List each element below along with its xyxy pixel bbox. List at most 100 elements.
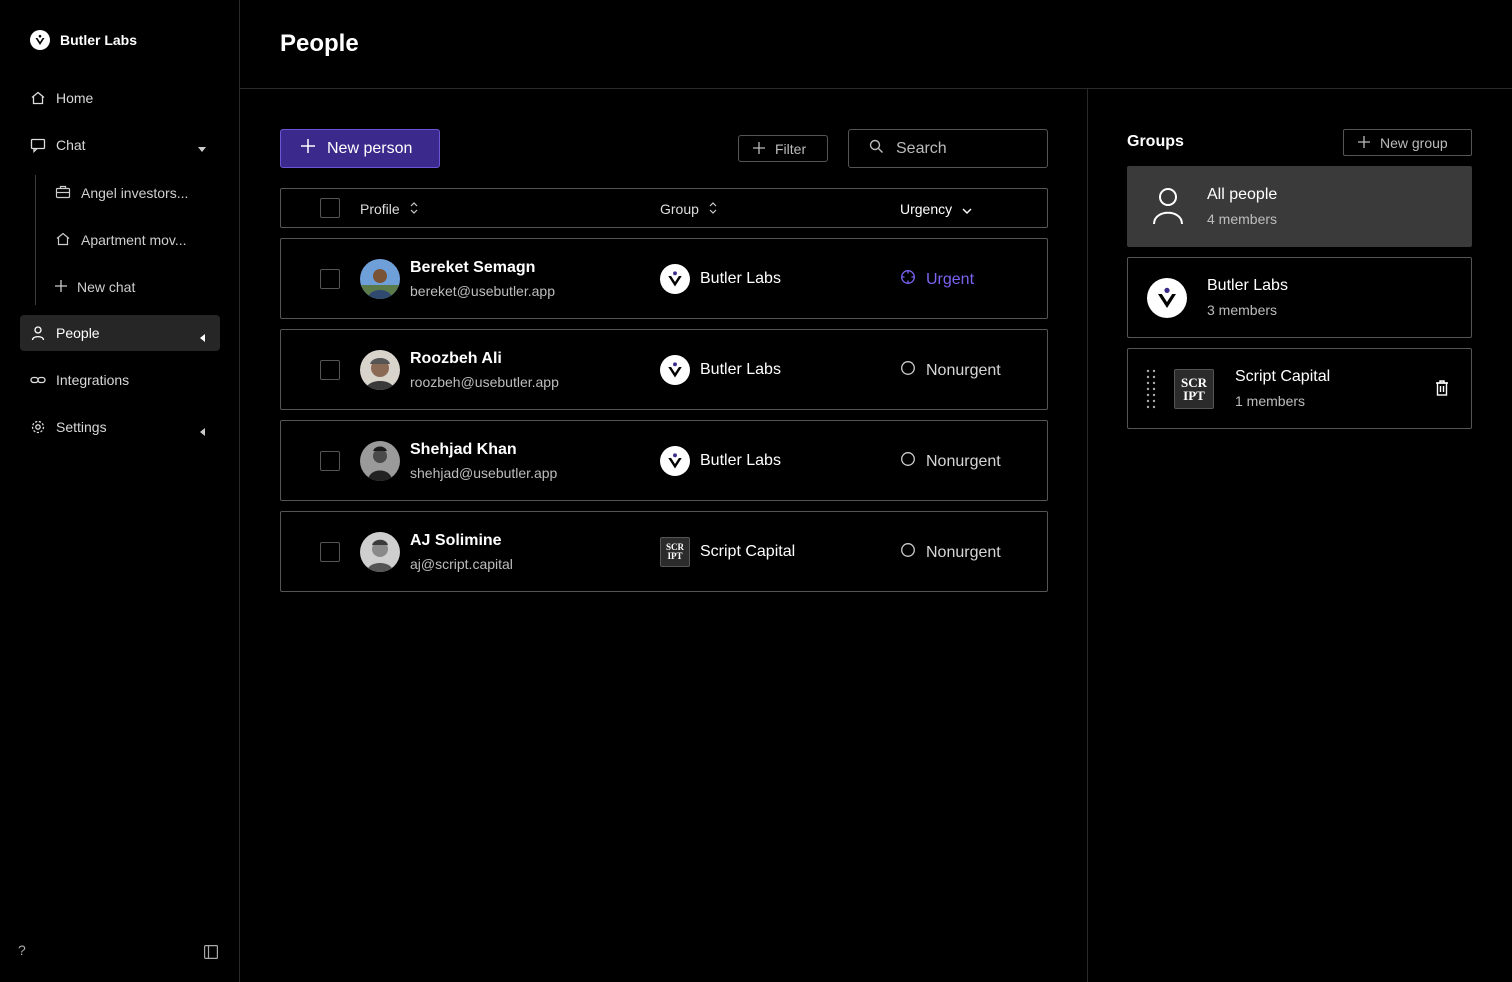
butler-logo-icon [30, 30, 50, 50]
collapse-sidebar-icon[interactable] [204, 945, 219, 964]
urgent-icon [900, 269, 916, 290]
new-person-label: New person [327, 139, 413, 157]
group-name: Butler Labs [700, 270, 781, 287]
chat-icon [30, 137, 46, 153]
urgency-status[interactable]: Nonurgent [900, 360, 1001, 381]
row-checkbox[interactable] [320, 269, 340, 289]
person-name: Shehjad Khan [410, 441, 517, 458]
caret-down-icon [198, 140, 206, 156]
sort-icon [709, 201, 717, 217]
caret-left-icon [200, 329, 206, 345]
group-card-all-people[interactable]: All people 4 members [1127, 166, 1472, 247]
chevron-down-icon [962, 201, 972, 217]
filter-button[interactable]: Filter [738, 135, 828, 162]
group-card-name: All people [1207, 186, 1278, 203]
group-card-name: Script Capital [1235, 368, 1331, 385]
new-chat-button[interactable]: New chat [45, 270, 215, 304]
urgency-label: Nonurgent [926, 452, 1001, 470]
group-card-script-capital[interactable]: SCR IPT Script Capital 1 members [1127, 348, 1472, 429]
butler-logo-icon [1147, 278, 1187, 318]
person-name: AJ Solimine [410, 532, 502, 549]
group-name: Butler Labs [700, 452, 781, 469]
filter-label: Filter [775, 140, 807, 157]
sort-icon [410, 201, 418, 217]
row-checkbox[interactable] [320, 451, 340, 471]
table-row[interactable]: Roozbeh Ali roozbeh@usebutler.app Butler… [280, 329, 1048, 410]
person-email: aj@script.capital [410, 556, 513, 572]
urgency-label: Nonurgent [926, 543, 1001, 561]
sidebar-item-label: Home [56, 90, 94, 106]
brand[interactable]: Butler Labs [30, 30, 137, 50]
sidebar-item-people[interactable]: People [20, 315, 220, 351]
urgency-label: Urgent [926, 270, 975, 288]
urgency-status[interactable]: Nonurgent [900, 542, 1001, 563]
sort-profile[interactable]: Profile [360, 201, 418, 217]
chat-item-apartment[interactable]: Apartment mov... [45, 223, 215, 257]
plus-icon [753, 141, 765, 157]
home-icon [55, 231, 71, 250]
circle-icon [900, 360, 916, 381]
group-card-count: 1 members [1235, 393, 1306, 409]
sidebar-item-label: Settings [56, 419, 107, 435]
group-card-count: 4 members [1207, 211, 1278, 227]
circle-icon [900, 451, 916, 472]
avatar [360, 350, 400, 390]
person-name: Roozbeh Ali [410, 350, 502, 367]
person-email: bereket@usebutler.app [410, 283, 555, 299]
circle-icon [900, 542, 916, 563]
trash-icon[interactable] [1436, 380, 1448, 401]
briefcase-icon [55, 184, 71, 203]
avatar [360, 441, 400, 481]
chat-item-label: Angel investors... [81, 185, 189, 201]
table-row[interactable]: Shehjad Khan shehjad@usebutler.app Butle… [280, 420, 1048, 501]
sidebar: Butler Labs Home Chat Angel investors...… [0, 0, 240, 982]
search-box[interactable] [848, 129, 1048, 168]
urgency-label: Nonurgent [926, 361, 1001, 379]
butler-logo-icon [660, 355, 690, 385]
search-input[interactable] [896, 139, 1036, 158]
sort-group[interactable]: Group [660, 201, 717, 217]
help-button[interactable]: ? [18, 942, 26, 958]
sidebar-item-label: Integrations [56, 372, 130, 388]
header-urgency: Urgency [900, 201, 953, 217]
urgency-status[interactable]: Urgent [900, 269, 974, 290]
person-name: Bereket Semagn [410, 259, 536, 276]
groups-title: Groups [1127, 133, 1184, 150]
group-name: Butler Labs [700, 361, 781, 378]
select-all-checkbox[interactable] [320, 198, 340, 218]
group-name: Script Capital [700, 543, 796, 560]
home-icon [30, 90, 46, 106]
chat-tree-line [35, 175, 36, 305]
urgency-status[interactable]: Nonurgent [900, 451, 1001, 472]
plus-icon [55, 279, 67, 295]
table-row[interactable]: Bereket Semagn bereket@usebutler.app But… [280, 238, 1048, 319]
sidebar-item-integrations[interactable]: Integrations [20, 362, 220, 398]
sidebar-item-chat[interactable]: Chat [20, 127, 220, 163]
chat-item-angel-investors[interactable]: Angel investors... [45, 176, 215, 210]
link-icon [30, 372, 46, 388]
row-checkbox[interactable] [320, 542, 340, 562]
logo-text: IPT [1183, 388, 1205, 403]
new-person-button[interactable]: New person [280, 129, 440, 168]
sidebar-item-label: Chat [56, 137, 86, 153]
group-card-butler-labs[interactable]: Butler Labs 3 members [1127, 257, 1472, 338]
sort-urgency[interactable]: Urgency [900, 201, 972, 217]
avatar [360, 259, 400, 299]
header-group: Group [660, 201, 699, 217]
person-email: roozbeh@usebutler.app [410, 374, 559, 390]
table-row[interactable]: AJ Solimine aj@script.capital SCR IPT Sc… [280, 511, 1048, 592]
sidebar-item-label: People [56, 325, 100, 341]
sidebar-item-home[interactable]: Home [20, 80, 220, 116]
row-checkbox[interactable] [320, 360, 340, 380]
plus-icon [1358, 135, 1370, 151]
groups-panel: Groups New group All people 4 members Bu… [1088, 89, 1512, 982]
new-group-button[interactable]: New group [1343, 129, 1472, 156]
person-icon [1152, 187, 1184, 230]
drag-handle-icon[interactable] [1146, 369, 1156, 414]
caret-left-icon [200, 423, 206, 439]
person-email: shehjad@usebutler.app [410, 465, 558, 481]
person-icon [30, 325, 46, 341]
chat-item-label: Apartment mov... [81, 232, 187, 248]
sidebar-item-settings[interactable]: Settings [20, 409, 220, 445]
brand-name: Butler Labs [60, 32, 138, 48]
